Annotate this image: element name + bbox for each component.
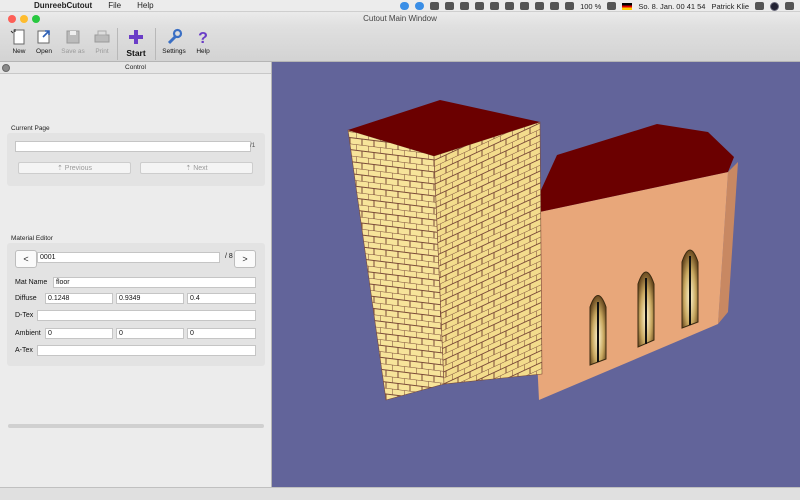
user-name[interactable]: Patrick Klie bbox=[711, 2, 749, 11]
print-label: Print bbox=[95, 48, 109, 55]
ambient-b-input[interactable]: 0 bbox=[187, 328, 256, 339]
open-label: Open bbox=[36, 48, 52, 55]
diffuse-r-input[interactable]: 0.1248 bbox=[45, 293, 113, 304]
help-button[interactable]: ? Help bbox=[193, 28, 213, 55]
panel-header: Control bbox=[0, 62, 271, 74]
clock-icon[interactable] bbox=[520, 2, 530, 10]
app-icon[interactable] bbox=[445, 2, 455, 10]
german-flag-icon[interactable] bbox=[622, 2, 633, 10]
evernote-icon[interactable] bbox=[430, 2, 440, 10]
new-button[interactable]: New bbox=[9, 28, 29, 55]
material-total: / 8 bbox=[225, 253, 233, 260]
panel-title: Control bbox=[125, 64, 146, 71]
location-icon[interactable] bbox=[490, 2, 500, 10]
svg-text:?: ? bbox=[198, 30, 208, 46]
tower-side-wall bbox=[433, 121, 543, 385]
church-window bbox=[589, 295, 607, 366]
ambient-r-input[interactable]: 0 bbox=[45, 328, 113, 339]
plus-icon bbox=[129, 30, 143, 44]
dtex-label: D-Tex bbox=[15, 312, 34, 319]
question-icon: ? bbox=[198, 30, 208, 46]
airplay-icon[interactable] bbox=[550, 2, 560, 10]
toolbar: New Open Save as Print Start Settings ? … bbox=[0, 26, 800, 62]
3d-scene[interactable] bbox=[272, 62, 800, 487]
bird-icon[interactable] bbox=[460, 2, 470, 10]
previous-label: Previous bbox=[64, 165, 93, 172]
diffuse-g-input[interactable]: 0.9349 bbox=[116, 293, 184, 304]
open-button[interactable]: Open bbox=[33, 28, 55, 55]
wrench-icon bbox=[167, 28, 183, 45]
menu-bar: DunreebCutout File Help 100 % So. 8. Jan… bbox=[0, 0, 800, 12]
toolbar-separator-2 bbox=[155, 28, 156, 60]
help-label: Help bbox=[196, 48, 210, 55]
material-index-input[interactable]: 0001 bbox=[37, 252, 220, 263]
page-total: /1 bbox=[250, 142, 256, 149]
wifi-icon[interactable] bbox=[535, 2, 545, 10]
menu-app-name[interactable]: DunreebCutout bbox=[24, 1, 100, 10]
window-title: Cutout Main Window bbox=[363, 14, 437, 23]
settings-label: Settings bbox=[162, 48, 186, 55]
menu-help[interactable]: Help bbox=[129, 1, 161, 10]
atex-input[interactable] bbox=[37, 345, 256, 356]
material-editor-label: Material Editor bbox=[11, 235, 53, 242]
start-label: Start bbox=[126, 48, 146, 58]
current-page-input[interactable] bbox=[15, 141, 251, 152]
minimize-window-button[interactable] bbox=[20, 15, 28, 23]
next-label: Next bbox=[193, 165, 208, 172]
start-button[interactable]: Start bbox=[122, 28, 150, 58]
previous-page-button[interactable]: ⇡ Previous bbox=[18, 162, 131, 174]
settings-button[interactable]: Settings bbox=[160, 28, 188, 55]
next-page-button[interactable]: ⇡ Next bbox=[140, 162, 253, 174]
spotlight-icon[interactable] bbox=[755, 2, 764, 10]
zoom-window-button[interactable] bbox=[32, 15, 40, 23]
print-icon bbox=[94, 30, 110, 43]
panel-scrollbar[interactable] bbox=[8, 424, 264, 428]
battery-icon[interactable] bbox=[607, 2, 617, 10]
ambient-g-input[interactable]: 0 bbox=[116, 328, 184, 339]
new-document-icon bbox=[10, 29, 25, 45]
clock-text[interactable]: So. 8. Jan. 00 41 54 bbox=[638, 2, 705, 11]
material-editor-group: < 0001 / 8 > Mat Name floor Diffuse 0.12… bbox=[7, 243, 265, 366]
print-button[interactable]: Print bbox=[92, 28, 112, 55]
save-icon bbox=[66, 30, 80, 44]
status-bar bbox=[0, 487, 800, 500]
diffuse-b-input[interactable]: 0.4 bbox=[187, 293, 256, 304]
current-page-group: /1 ⇡ Previous ⇡ Next bbox=[7, 133, 265, 186]
open-icon bbox=[37, 30, 50, 44]
panel-close-icon[interactable] bbox=[2, 64, 10, 72]
window-titlebar: Cutout Main Window bbox=[0, 12, 800, 26]
close-window-button[interactable] bbox=[8, 15, 16, 23]
toolbar-separator bbox=[117, 28, 118, 60]
material-next-button[interactable]: > bbox=[234, 250, 256, 268]
atex-label: A-Tex bbox=[15, 347, 33, 354]
tower-front-wall bbox=[347, 129, 445, 401]
grid-icon[interactable] bbox=[505, 2, 515, 10]
battery-percent[interactable]: 100 % bbox=[580, 2, 601, 11]
diffuse-label: Diffuse bbox=[15, 295, 37, 302]
church-window bbox=[681, 249, 699, 329]
ambient-label: Ambient bbox=[15, 330, 41, 337]
volume-icon[interactable] bbox=[565, 2, 575, 10]
control-panel: Control Current Page /1 ⇡ Previous ⇡ Nex… bbox=[0, 62, 272, 487]
siri-icon[interactable] bbox=[770, 1, 779, 11]
status-area: 100 % So. 8. Jan. 00 41 54 Patrick Klie bbox=[400, 0, 794, 12]
save-as-label: Save as bbox=[61, 48, 85, 55]
cloud-icon[interactable] bbox=[400, 2, 410, 10]
church-window bbox=[637, 271, 655, 348]
menu-file[interactable]: File bbox=[100, 1, 129, 10]
mat-name-label: Mat Name bbox=[15, 279, 48, 286]
new-label: New bbox=[12, 48, 26, 55]
current-page-label: Current Page bbox=[11, 125, 50, 132]
dtex-input[interactable] bbox=[37, 310, 256, 321]
3d-viewport[interactable] bbox=[272, 62, 800, 487]
cloud-icon-2[interactable] bbox=[415, 2, 425, 10]
mat-name-input[interactable]: floor bbox=[53, 277, 256, 288]
save-as-button[interactable]: Save as bbox=[60, 28, 86, 55]
material-prev-button[interactable]: < bbox=[15, 250, 37, 268]
box-icon[interactable] bbox=[475, 2, 485, 10]
notification-center-icon[interactable] bbox=[785, 2, 794, 10]
